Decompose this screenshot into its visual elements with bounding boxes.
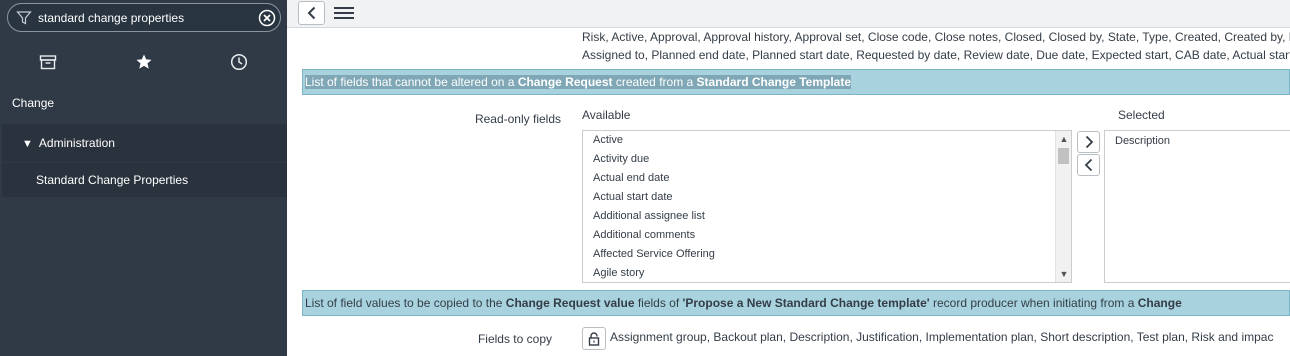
back-button[interactable] xyxy=(298,1,325,25)
hamburger-icon-bar xyxy=(334,12,354,14)
section-header-fields-to-copy: List of field values to be copied to the… xyxy=(302,290,1290,316)
tab-history[interactable] xyxy=(191,44,287,80)
content-frame: Risk, Active, Approval, Approval history… xyxy=(287,0,1290,356)
expanded-triangle-icon: ▼ xyxy=(22,138,33,150)
clock-icon xyxy=(230,53,248,71)
fields-to-copy-label: Fields to copy xyxy=(477,332,552,346)
remove-from-selected-button[interactable] xyxy=(1077,154,1100,176)
available-list[interactable]: Active Activity due Actual end date Actu… xyxy=(582,130,1072,283)
navigator-tabs xyxy=(0,44,287,80)
list-item[interactable]: Additional comments xyxy=(583,226,1071,245)
chevron-left-icon xyxy=(1084,158,1092,172)
nav-item-standard-change-properties[interactable]: Standard Change Properties xyxy=(2,163,287,197)
filter-input[interactable] xyxy=(38,7,253,28)
available-label: Available xyxy=(582,108,631,122)
section-header-readonly: List of fields that cannot be altered on… xyxy=(302,69,1290,95)
selected-list[interactable]: Description xyxy=(1104,130,1290,283)
nav-module-administration[interactable]: ▼ Administration xyxy=(2,124,287,162)
tab-all-apps[interactable] xyxy=(0,44,96,80)
section-header-text: List of fields that cannot be altered on… xyxy=(305,75,852,89)
list-item[interactable]: Actual end date xyxy=(583,169,1071,188)
readonly-fields-label: Read-only fields xyxy=(474,112,561,126)
list-item[interactable]: Actual start date xyxy=(583,188,1071,207)
list-item[interactable]: Agile story xyxy=(583,264,1071,282)
nav-application-change[interactable]: Change xyxy=(0,84,287,122)
hamburger-icon-bar xyxy=(334,7,354,9)
form-header xyxy=(287,0,1290,28)
archive-icon xyxy=(39,55,57,70)
summary-line: Assigned to, Planned end date, Planned s… xyxy=(582,48,1290,62)
tab-favorites[interactable] xyxy=(96,44,192,80)
clear-filter-icon[interactable] xyxy=(258,9,276,27)
list-item[interactable]: Description xyxy=(1105,131,1290,151)
chevron-right-icon xyxy=(1085,135,1093,149)
list-item[interactable]: Additional assignee list xyxy=(583,207,1071,226)
scroll-down-icon[interactable]: ▼ xyxy=(1056,267,1071,281)
scrollbar-thumb[interactable] xyxy=(1058,148,1069,164)
list-scrollbar[interactable]: ▲ ▼ xyxy=(1055,131,1071,282)
hamburger-icon-bar xyxy=(334,17,354,19)
star-icon xyxy=(136,54,152,69)
list-item[interactable]: Activity due xyxy=(583,150,1071,169)
locked-fields-summary: Risk, Active, Approval, Approval history… xyxy=(582,28,1290,64)
chevron-left-icon xyxy=(307,6,315,20)
lock-icon xyxy=(588,331,600,346)
list-item[interactable]: Active xyxy=(583,131,1071,150)
navigator-filter[interactable] xyxy=(7,3,281,32)
scroll-up-icon[interactable]: ▲ xyxy=(1056,132,1071,146)
filter-icon xyxy=(16,11,32,25)
selected-label: Selected xyxy=(1118,108,1165,122)
fields-to-copy-value: Assignment group, Backout plan, Descript… xyxy=(610,330,1274,344)
summary-line: Risk, Active, Approval, Approval history… xyxy=(582,30,1290,44)
navigator-sidebar: Change ▼ Administration Standard Change P… xyxy=(0,0,287,356)
unlock-button[interactable] xyxy=(582,327,606,350)
context-menu-button[interactable] xyxy=(334,4,354,22)
add-to-selected-button[interactable] xyxy=(1077,131,1100,153)
section-header-text: List of field values to be copied to the… xyxy=(305,296,1182,310)
list-item[interactable]: Affected Service Offering xyxy=(583,245,1071,264)
nav-module-label: Administration xyxy=(38,136,115,150)
